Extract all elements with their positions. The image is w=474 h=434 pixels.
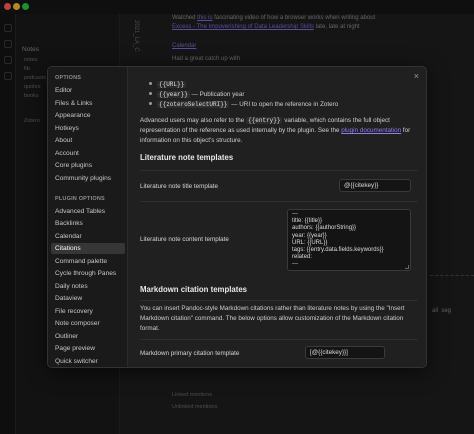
- settings-sidebar: OPTIONS Editor Files & Links Appearance …: [48, 67, 128, 367]
- sidebar-item-appearance[interactable]: Appearance: [51, 110, 125, 121]
- sidebar-item-advanced-tables[interactable]: Advanced Tables: [51, 206, 125, 217]
- sidebar-item-daily-notes[interactable]: Daily notes: [51, 281, 125, 292]
- sidebar-item-calendar[interactable]: Calendar: [51, 231, 125, 242]
- sidebar-item-quick-switcher[interactable]: Quick switcher: [51, 356, 125, 367]
- sidebar-item-file-recovery[interactable]: File recovery: [51, 306, 125, 317]
- options-heading: OPTIONS: [55, 75, 82, 81]
- para-text: Advanced users may also refer to the: [140, 117, 247, 124]
- plugin-options-heading: PLUGIN OPTIONS: [55, 196, 105, 202]
- resize-handle-icon[interactable]: [405, 265, 409, 269]
- divider: [140, 339, 418, 340]
- template-line: related:: [292, 254, 313, 261]
- markdown-description: You can insert Pandoc-style Markdown cit…: [140, 305, 405, 332]
- divider: [140, 300, 418, 301]
- template-line: year: {{year}}: [292, 232, 327, 239]
- primary-citation-label: Markdown primary citation template: [140, 350, 240, 357]
- bullet-icon: [149, 92, 152, 95]
- sidebar-item-citations[interactable]: Citations: [51, 243, 125, 254]
- sidebar-item-page-preview[interactable]: Page preview: [51, 343, 125, 354]
- template-line: URL: {{URL}}: [292, 239, 328, 246]
- sidebar-item-dataview[interactable]: Dataview: [51, 293, 125, 304]
- template-line: ---: [292, 211, 298, 217]
- sidebar-item-cycle-through-panes[interactable]: Cycle through Panes: [51, 268, 125, 279]
- markdown-templates-heading: Markdown citation templates: [140, 285, 248, 294]
- sidebar-item-files-links[interactable]: Files & Links: [51, 98, 125, 109]
- template-line: title: {{title}}: [292, 218, 323, 225]
- bullet-icon: [149, 102, 152, 105]
- sidebar-item-community-plugins[interactable]: Community plugins: [51, 173, 125, 184]
- sidebar-item-outliner[interactable]: Outliner: [51, 331, 125, 342]
- divider: [140, 201, 418, 202]
- variable-code: {{URL}}: [157, 81, 187, 88]
- close-icon[interactable]: ×: [414, 71, 419, 81]
- entry-variable-description: Advanced users may also refer to the {{e…: [140, 116, 420, 146]
- content-template-label: Literature note content template: [140, 236, 229, 243]
- sidebar-item-account[interactable]: Account: [51, 148, 125, 159]
- plugin-documentation-link[interactable]: plugin documentation: [341, 127, 401, 134]
- settings-content: {{URL}} {{year}} — Publication year {{zo…: [129, 67, 426, 367]
- sidebar-item-editor[interactable]: Editor: [51, 85, 125, 96]
- variable-list-item: {{zoteroSelectURI}} — URI to open the re…: [149, 101, 338, 108]
- sidebar-item-note-composer[interactable]: Note composer: [51, 318, 125, 329]
- settings-modal: × OPTIONS Editor Files & Links Appearanc…: [47, 66, 427, 368]
- sidebar-item-hotkeys[interactable]: Hotkeys: [51, 123, 125, 134]
- sidebar-item-about[interactable]: About: [51, 135, 125, 146]
- literature-templates-heading: Literature note templates: [140, 153, 234, 162]
- variable-code: {{year}}: [157, 91, 190, 98]
- variable-list-item: {{year}} — Publication year: [149, 91, 244, 98]
- title-template-label: Literature note title template: [140, 183, 219, 190]
- title-template-input[interactable]: [339, 179, 411, 192]
- variable-list-item: {{URL}}: [149, 81, 187, 88]
- sidebar-item-core-plugins[interactable]: Core plugins: [51, 160, 125, 171]
- content-template-textarea[interactable]: --- title: {{title}} authors: {{authorSt…: [287, 209, 411, 271]
- template-line: tags: {{entry.data.fields.keywords}}: [292, 247, 384, 254]
- template-line: ---: [292, 261, 298, 268]
- variable-desc: — URI to open the reference in Zotero: [229, 101, 339, 108]
- variable-code: {{zoteroSelectURI}}: [157, 101, 230, 108]
- sidebar-item-backlinks[interactable]: Backlinks: [51, 218, 125, 229]
- entry-code: {{entry}}: [246, 117, 283, 124]
- divider: [140, 170, 418, 171]
- primary-citation-input[interactable]: [305, 346, 385, 359]
- bullet-icon: [149, 82, 152, 85]
- sidebar-item-command-palette[interactable]: Command palette: [51, 256, 125, 267]
- template-line: authors: {{authorString}}: [292, 225, 357, 232]
- variable-desc: — Publication year: [189, 91, 245, 98]
